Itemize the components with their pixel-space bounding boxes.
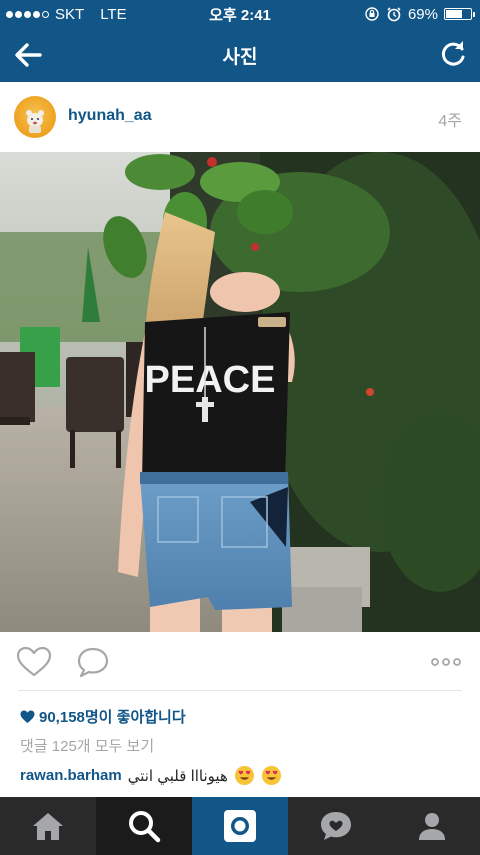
network-type: LTE <box>100 5 127 23</box>
comment-username[interactable]: rawan.barham <box>20 767 122 784</box>
tab-activity[interactable] <box>288 797 384 855</box>
comment-text: هيونااا قلبي انتي <box>127 767 228 785</box>
peace-shirt-text: PEACE <box>145 359 276 401</box>
post-photo[interactable]: PEACE <box>0 152 480 632</box>
photo-illustration: PEACE <box>0 152 480 632</box>
tab-bar <box>0 797 480 855</box>
likes-count[interactable]: 90,158명이 좋아합니다 <box>20 706 186 727</box>
post-actions <box>0 632 480 692</box>
avatar[interactable] <box>14 96 56 138</box>
tab-profile[interactable] <box>384 797 480 855</box>
post-timestamp: 4주 <box>438 113 462 130</box>
status-bar: SKT LTE 오후 2:41 69% <box>0 0 480 28</box>
profile-icon <box>419 813 445 840</box>
comment-bubble-icon[interactable] <box>76 646 110 678</box>
battery-fill <box>446 10 462 18</box>
heart-outline-icon[interactable] <box>16 646 52 678</box>
page-title: 사진 <box>222 46 258 68</box>
actions-divider <box>18 690 462 691</box>
back-arrow-icon[interactable] <box>12 40 44 70</box>
tab-camera[interactable] <box>192 797 288 855</box>
camera-icon <box>224 810 256 842</box>
battery-percent: 69% <box>407 5 438 23</box>
view-all-comments-link[interactable]: 댓글 125개 모두 보기 <box>20 735 154 756</box>
alarm-icon <box>387 7 401 22</box>
lock-rotation-icon <box>365 7 379 21</box>
comment-item: rawan.barham هيونااا قلبي انتي <box>20 765 282 786</box>
home-icon <box>33 813 63 840</box>
refresh-icon[interactable] <box>438 40 468 70</box>
tab-home[interactable] <box>0 797 96 855</box>
likes-text: 90,158명이 좋아합니다 <box>39 709 186 726</box>
status-left: SKT LTE <box>6 6 127 23</box>
heart-eyes-emoji <box>234 765 254 786</box>
nav-bar: 사진 <box>0 28 480 82</box>
activity-heart-icon <box>321 812 351 840</box>
bear-avatar-image <box>26 110 44 133</box>
post-header: hyunah_aa 4주 <box>0 82 480 152</box>
signal-dots-icon <box>6 10 49 18</box>
status-right: 69% <box>364 5 475 23</box>
heart-eyes-emoji <box>261 765 281 786</box>
search-icon <box>129 811 161 843</box>
battery-icon <box>444 8 475 20</box>
tab-search[interactable] <box>96 797 192 855</box>
post-username[interactable]: hyunah_aa <box>68 107 152 125</box>
carrier-name: SKT <box>55 5 85 23</box>
more-dots-icon[interactable] <box>430 652 462 672</box>
small-heart-icon <box>20 710 35 723</box>
